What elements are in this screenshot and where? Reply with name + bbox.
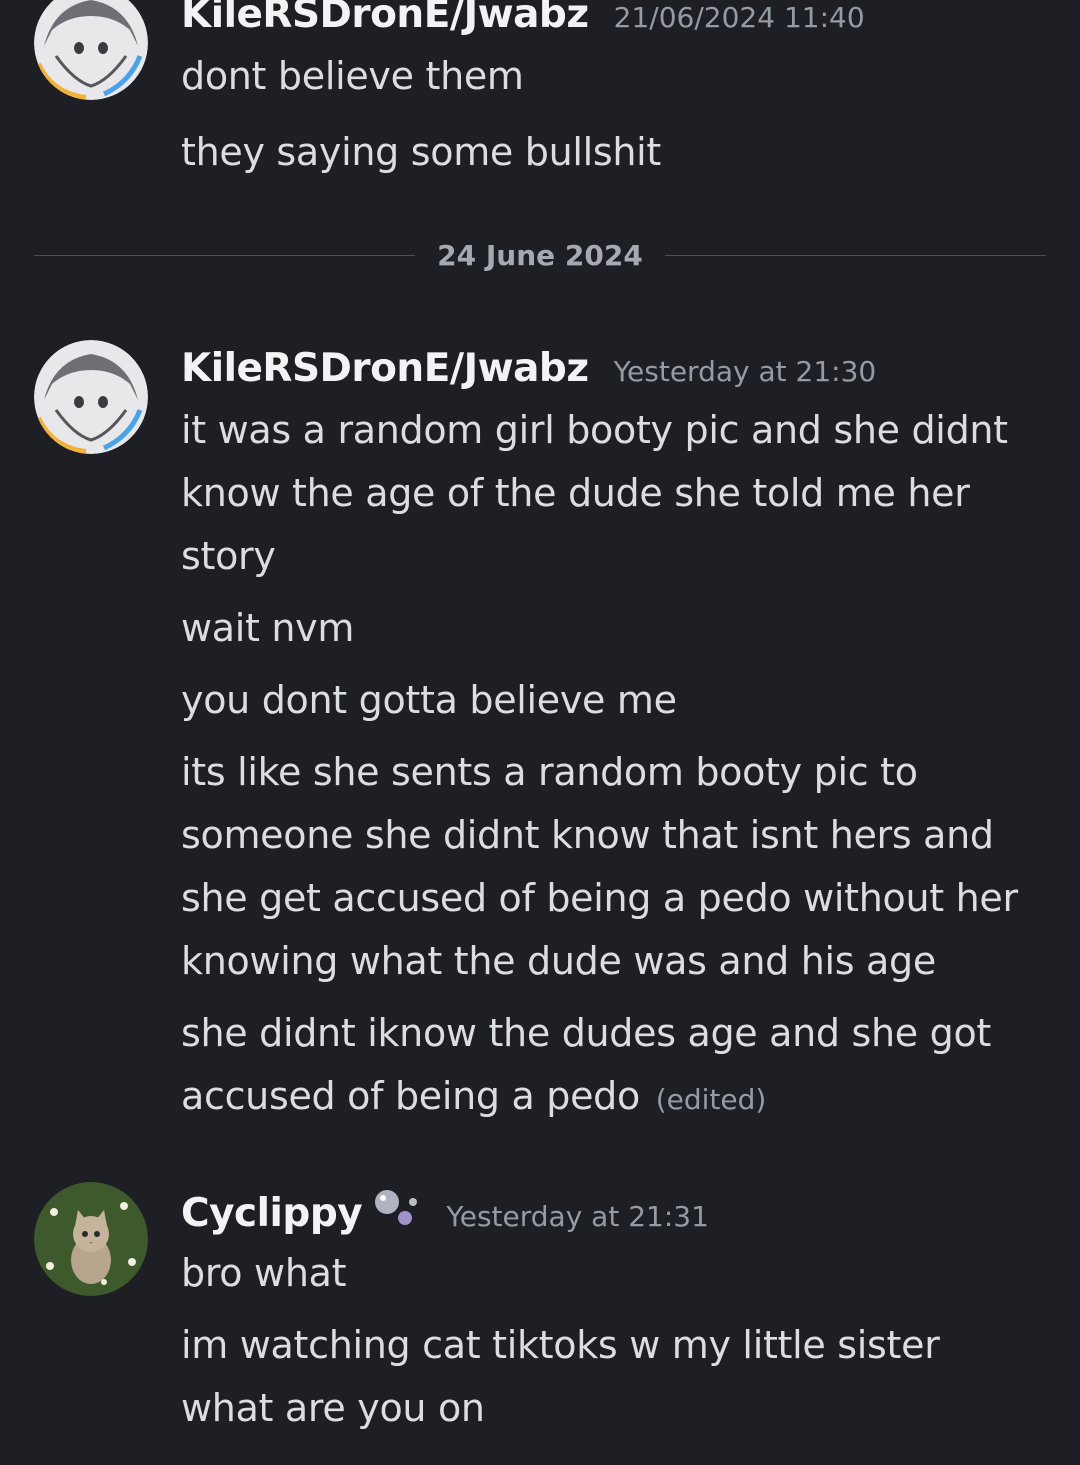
message-header: KileRSDronE/Jwabz 21/06/2024 11:40 [181, 0, 865, 37]
cat-avatar-icon [34, 1182, 148, 1296]
bubbles-icon [375, 1190, 418, 1225]
user-avatar[interactable] [34, 0, 148, 100]
username[interactable]: Cyclippy [181, 1191, 363, 1236]
message-text[interactable]: you dont gotta believe me [181, 669, 1041, 732]
timestamp[interactable]: 21/06/2024 11:40 [614, 1, 865, 34]
date-divider-label: 24 June 2024 [437, 238, 643, 272]
edited-label: (edited) [655, 1083, 767, 1116]
anime-avatar-icon [34, 0, 148, 100]
timestamp[interactable]: Yesterday at 21:30 [614, 355, 877, 388]
message-text[interactable]: its like she sents a random booty pic to… [181, 741, 1041, 993]
message-text[interactable]: they saying some bullshit [181, 121, 1041, 184]
message-text[interactable]: dont believe them [181, 45, 1041, 108]
message-text[interactable]: im watching cat tiktoks w my little sist… [181, 1314, 1041, 1440]
message-text[interactable]: she didnt iknow the dudes age and she go… [181, 1002, 1041, 1131]
user-avatar[interactable] [34, 1182, 148, 1296]
anime-avatar-icon [34, 340, 148, 454]
user-avatar[interactable] [34, 340, 148, 454]
message-text[interactable]: bro what [181, 1242, 1041, 1305]
username[interactable]: KileRSDronE/Jwabz [181, 0, 589, 37]
message-header: Cyclippy Yesterday at 21:31 [181, 1188, 709, 1236]
message-header: KileRSDronE/Jwabz Yesterday at 21:30 [181, 346, 876, 391]
message-text[interactable]: it was a random girl booty pic and she d… [181, 399, 1041, 588]
message-body: she didnt iknow the dudes age and she go… [181, 1011, 992, 1118]
message-text[interactable]: wait nvm [181, 597, 1041, 660]
date-divider: 24 June 2024 [34, 235, 1047, 275]
divider-line [34, 254, 416, 256]
timestamp[interactable]: Yesterday at 21:31 [446, 1200, 709, 1233]
divider-line [664, 254, 1047, 256]
username[interactable]: KileRSDronE/Jwabz [181, 346, 589, 391]
